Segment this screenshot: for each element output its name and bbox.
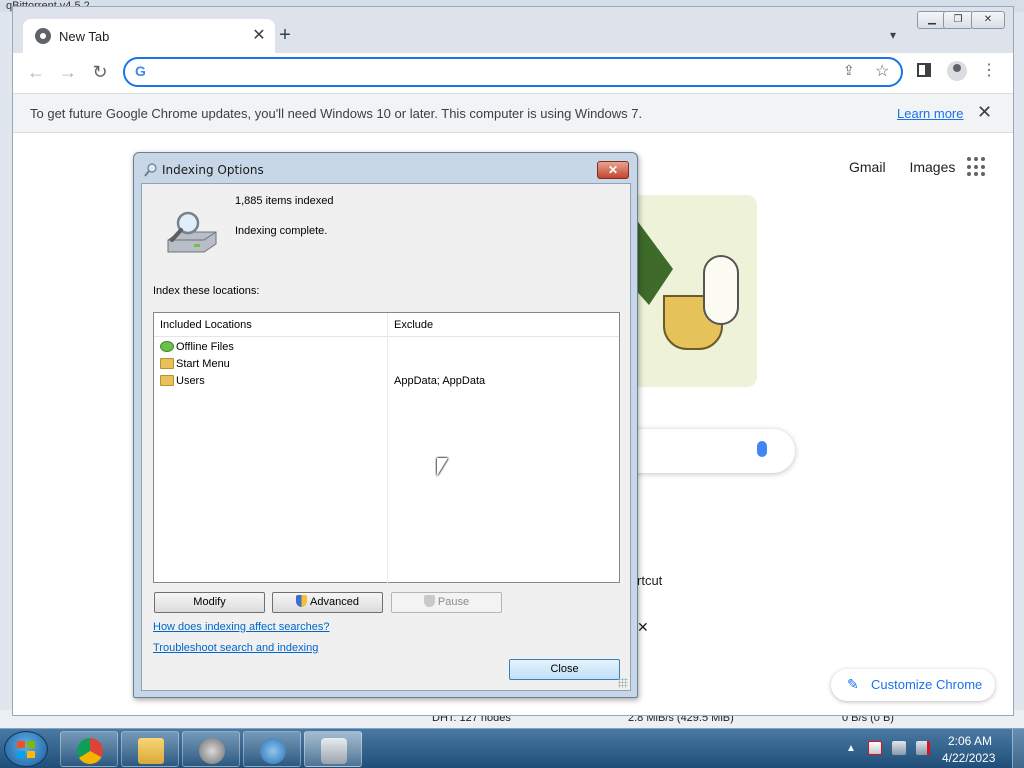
taskbar-indexing-options-button[interactable]: [304, 731, 362, 767]
drive-search-icon: [167, 211, 217, 253]
browser-toolbar: ← → ↻ G ⇪ ☆ ⋮: [13, 53, 1013, 91]
indexing-options-dialog: Indexing Options ✕ 1,885 items indexed I…: [133, 152, 638, 698]
address-input[interactable]: [155, 62, 815, 82]
folder-explorer-icon: [138, 738, 164, 764]
location-name: Offline Files: [176, 341, 234, 353]
ntp-header-links: Gmail Images: [849, 159, 975, 175]
learn-more-link[interactable]: Learn more: [897, 106, 963, 121]
clock-time[interactable]: 2:06 AM: [948, 734, 992, 748]
show-desktop-button[interactable]: [1012, 729, 1024, 768]
modify-button[interactable]: Modify: [154, 592, 265, 613]
folder-icon: [160, 375, 174, 386]
uac-shield-icon: [296, 595, 308, 607]
indexed-locations-list[interactable]: Included Locations Exclude Offline Files…: [153, 312, 620, 584]
address-bar[interactable]: G ⇪ ☆: [123, 57, 903, 87]
taskbar: ▲ 2:06 AM 4/22/2023: [0, 728, 1024, 768]
tab-new-tab[interactable]: New Tab ✕: [23, 19, 275, 53]
tab-search-chevron-icon[interactable]: ▾: [885, 27, 901, 43]
new-tab-plus-icon[interactable]: +: [275, 25, 295, 45]
troubleshoot-link[interactable]: Troubleshoot search and indexing: [153, 642, 318, 654]
network-icon[interactable]: [892, 741, 906, 755]
locations-label: Index these locations:: [153, 285, 260, 297]
close-button[interactable]: Close: [509, 659, 620, 680]
app-circle-icon: [199, 738, 225, 764]
column-header-included[interactable]: Included Locations: [160, 319, 252, 331]
shortcut-remove-icon[interactable]: ✕: [637, 619, 649, 636]
dialog-close-x-button[interactable]: ✕: [597, 161, 629, 179]
list-item[interactable]: Start Menu: [154, 356, 619, 373]
google-g-icon: G: [135, 63, 146, 79]
pause-label: Pause: [437, 596, 470, 608]
tab-strip: New Tab ✕ + ▾ ▁ ❐ ✕: [13, 7, 1013, 53]
offline-files-icon: [160, 341, 174, 352]
customize-chrome-button[interactable]: ✎ Customize Chrome: [831, 669, 995, 701]
location-name: Users: [176, 375, 205, 387]
action-center-flag-icon[interactable]: [868, 741, 882, 755]
google-doodle-image[interactable]: [633, 195, 757, 387]
advanced-button[interactable]: Advanced: [272, 592, 383, 613]
items-indexed-count: 1,885 items indexed: [235, 195, 334, 207]
dialog-title: Indexing Options: [162, 163, 264, 177]
list-item[interactable]: Users AppData; AppData: [154, 373, 619, 390]
window-close-button[interactable]: ✕: [971, 11, 1005, 29]
indexing-title-icon: [144, 163, 157, 177]
pause-button[interactable]: Pause: [391, 592, 502, 613]
start-button[interactable]: [4, 731, 48, 767]
folder-icon: [160, 358, 174, 369]
bookmark-star-icon[interactable]: ☆: [875, 61, 889, 81]
pencil-icon: ✎: [847, 676, 859, 692]
uac-shield-icon: [423, 595, 435, 607]
list-item[interactable]: Offline Files: [154, 339, 619, 356]
volume-muted-icon[interactable]: [916, 741, 930, 755]
mouse-cursor-icon: [437, 458, 448, 476]
add-shortcut-label[interactable]: rtcut: [637, 573, 662, 588]
indexing-status: Indexing complete.: [235, 225, 328, 237]
tab-close-icon[interactable]: ✕: [249, 26, 269, 46]
customize-chrome-label: Customize Chrome: [871, 677, 983, 692]
column-header-exclude[interactable]: Exclude: [394, 319, 433, 331]
ntp-search-box[interactable]: [633, 429, 795, 473]
google-apps-icon[interactable]: [967, 157, 987, 177]
tab-title: New Tab: [59, 29, 110, 44]
taskbar-explorer-button[interactable]: [121, 731, 179, 767]
kebab-menu-icon[interactable]: ⋮: [981, 60, 997, 82]
dialog-body: 1,885 items indexed Indexing complete. I…: [141, 183, 631, 691]
windows-flag-icon: [17, 741, 35, 758]
reload-icon[interactable]: ↻: [89, 61, 111, 83]
location-exclude: AppData; AppData: [394, 375, 486, 387]
side-panel-icon[interactable]: [917, 63, 931, 77]
how-indexing-affects-link[interactable]: How does indexing affect searches?: [153, 621, 330, 633]
images-link[interactable]: Images: [909, 159, 955, 175]
indexing-options-icon: [321, 738, 347, 764]
qbittorrent-icon: [260, 738, 286, 764]
infobar-message: To get future Google Chrome updates, you…: [30, 106, 643, 121]
resize-grip[interactable]: [618, 678, 628, 688]
location-name: Start Menu: [176, 358, 230, 370]
tray-overflow-chevron-icon[interactable]: ▲: [846, 743, 856, 754]
forward-arrow-icon[interactable]: →: [57, 61, 79, 83]
taskbar-qbittorrent-button[interactable]: [243, 731, 301, 767]
advanced-label: Advanced: [310, 596, 359, 608]
taskbar-chrome-button[interactable]: [60, 731, 118, 767]
back-arrow-icon[interactable]: ←: [25, 61, 47, 83]
update-infobar: To get future Google Chrome updates, you…: [13, 93, 1013, 133]
profile-avatar-icon[interactable]: [947, 61, 967, 81]
microphone-icon[interactable]: [757, 441, 767, 457]
chrome-icon: [77, 738, 103, 764]
clock-date[interactable]: 4/22/2023: [942, 751, 995, 765]
share-icon[interactable]: ⇪: [843, 62, 855, 79]
chrome-favicon-icon: [35, 28, 51, 44]
infobar-close-icon[interactable]: ✕: [977, 102, 992, 123]
maximize-button[interactable]: ❐: [943, 11, 973, 29]
gmail-link[interactable]: Gmail: [849, 159, 886, 175]
taskbar-app-button[interactable]: [182, 731, 240, 767]
